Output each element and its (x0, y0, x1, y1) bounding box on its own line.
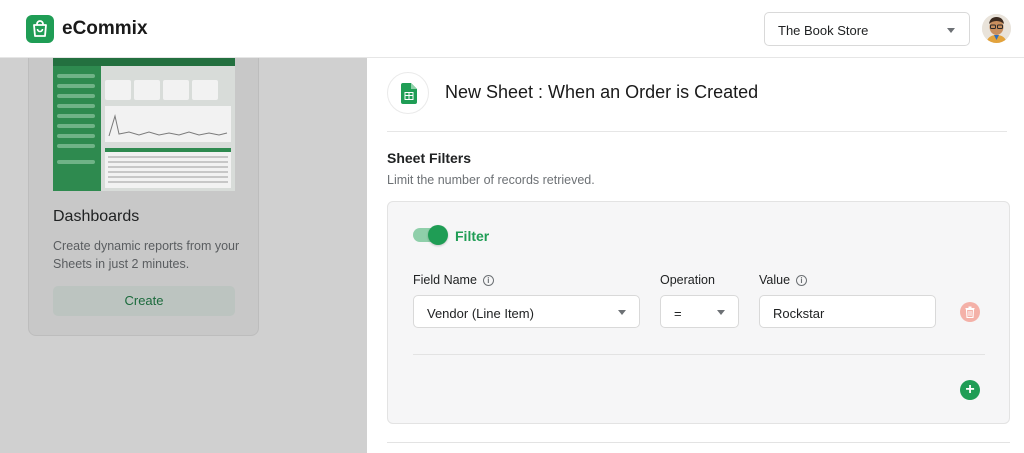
section-divider (387, 442, 1010, 443)
operation-label: Operation (660, 273, 715, 287)
store-select[interactable]: The Book Store (764, 12, 970, 46)
avatar[interactable] (982, 14, 1011, 43)
value-label-text: Value (759, 273, 791, 287)
info-icon[interactable]: i (482, 275, 494, 287)
trash-icon[interactable] (960, 302, 980, 322)
field-name-label-text: Field Name (413, 273, 477, 287)
dashboards-card: Dashboards Create dynamic reports from y… (28, 56, 259, 336)
top-header: eCommix The Book Store (0, 0, 1024, 58)
field-name-select-value: Vendor (Line Item) (427, 306, 534, 321)
sheet-title: New Sheet : When an Order is Created (445, 82, 759, 102)
filter-toggle[interactable] (413, 225, 448, 245)
filter-panel: Filter Field Name i Operation Value i Vend… (387, 201, 1010, 424)
sidebar-overlay: Dashboards Create dynamic reports from y… (0, 56, 367, 453)
value-input-text: Rockstar (773, 306, 825, 321)
sheet-header: New Sheet : When an Order is Created (387, 58, 1007, 132)
value-input[interactable]: Rockstar (759, 295, 936, 328)
chevron-down-icon (717, 310, 725, 315)
value-label: Value i (759, 273, 808, 287)
chevron-down-icon (947, 28, 955, 33)
chevron-down-icon (618, 310, 626, 315)
google-sheets-icon (387, 72, 429, 114)
sheet-editor: New Sheet : When an Order is Created She… (367, 58, 1024, 453)
store-select-value: The Book Store (778, 23, 869, 38)
brand-name: eCommix (62, 18, 148, 39)
operation-select[interactable]: = (660, 295, 739, 328)
toggle-knob (428, 225, 448, 245)
sheet-filters-heading: Sheet Filters (387, 150, 472, 166)
shopping-bag-icon (26, 15, 54, 43)
plus-icon[interactable]: + (960, 380, 980, 400)
operation-select-value: = (674, 306, 682, 321)
sheet-filters-subtitle: Limit the number of records retrieved. (387, 173, 595, 187)
field-name-label: Field Name i (413, 273, 494, 287)
field-name-select[interactable]: Vendor (Line Item) (413, 295, 640, 328)
dashboard-preview-image (53, 56, 235, 191)
filter-divider (413, 354, 985, 355)
dashboards-description: Create dynamic reports from your Sheets … (53, 239, 240, 271)
dashboards-title: Dashboards (53, 208, 140, 225)
filter-toggle-label: Filter (455, 228, 490, 244)
info-icon[interactable]: i (796, 275, 808, 287)
create-dashboard-button[interactable]: Create (53, 286, 235, 316)
